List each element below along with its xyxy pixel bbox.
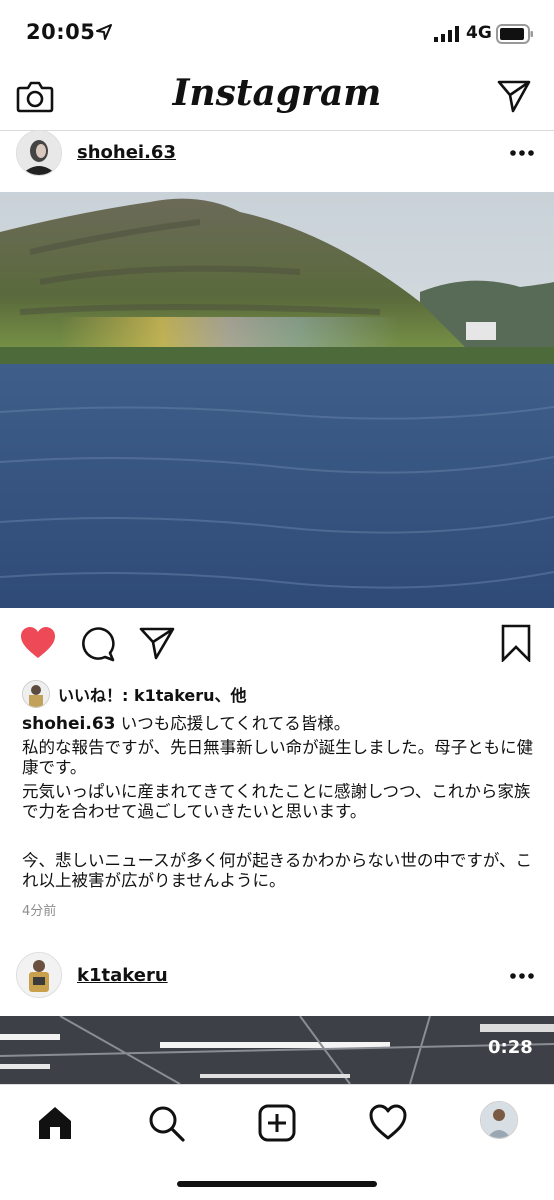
post-timestamp: 4分前: [22, 904, 57, 919]
home-indicator: [177, 1181, 377, 1187]
avatar[interactable]: [16, 130, 62, 176]
profile-tab-avatar[interactable]: [480, 1101, 518, 1139]
send-icon[interactable]: [496, 78, 532, 114]
more-icon[interactable]: [509, 149, 535, 157]
share-icon[interactable]: [139, 626, 175, 660]
video-duration: 0:28: [488, 1037, 533, 1058]
caption-username[interactable]: shohei.63: [22, 714, 115, 734]
post-photo[interactable]: [0, 192, 554, 608]
caption-line: いつも応援してくれてる皆様。: [120, 714, 351, 733]
comment-icon[interactable]: [80, 626, 116, 662]
post-username[interactable]: shohei.63: [77, 142, 176, 163]
activity-heart-icon[interactable]: [368, 1103, 408, 1143]
likes-text[interactable]: いいね！: k1takeru、他: [58, 682, 247, 706]
instagram-logo: Instagram: [172, 72, 382, 114]
more-icon[interactable]: [509, 972, 535, 980]
bookmark-icon[interactable]: [500, 624, 532, 662]
caption-line: 元気いっぱいに産まれてきてくれたことに感謝しつつ、これから家族で力を合わせて過ご…: [22, 781, 531, 822]
post-username[interactable]: k1takeru: [77, 965, 168, 986]
top-nav: Instagram: [0, 64, 554, 131]
location-arrow-icon: [96, 24, 112, 40]
network-label: 4G: [466, 23, 492, 43]
home-icon[interactable]: [35, 1103, 75, 1143]
search-icon[interactable]: [146, 1103, 186, 1143]
likes-avatar[interactable]: [22, 680, 50, 708]
avatar[interactable]: [16, 952, 62, 998]
caption: shohei.63 いつも応援してくれてる皆様。 私的な報告ですが、先日無事新し…: [22, 714, 534, 892]
post-header: k1takeru: [0, 952, 554, 1010]
post-header: shohei.63: [0, 130, 554, 188]
battery-icon: [496, 24, 533, 44]
status-bar: 20:05 4G: [0, 0, 554, 64]
add-post-icon[interactable]: [257, 1103, 297, 1143]
caption-line: 私的な報告ですが、先日無事新しい命が誕生しました。母子ともに健康です。: [22, 737, 534, 778]
caption-line: 今、悲しいニュースが多く何が起きるかわからない世の中ですが、これ以上被害が広がり…: [22, 850, 533, 891]
signal-icon: [434, 26, 459, 42]
heart-icon[interactable]: [20, 626, 56, 660]
status-time: 20:05: [26, 20, 96, 44]
post-video[interactable]: [0, 1016, 554, 1084]
